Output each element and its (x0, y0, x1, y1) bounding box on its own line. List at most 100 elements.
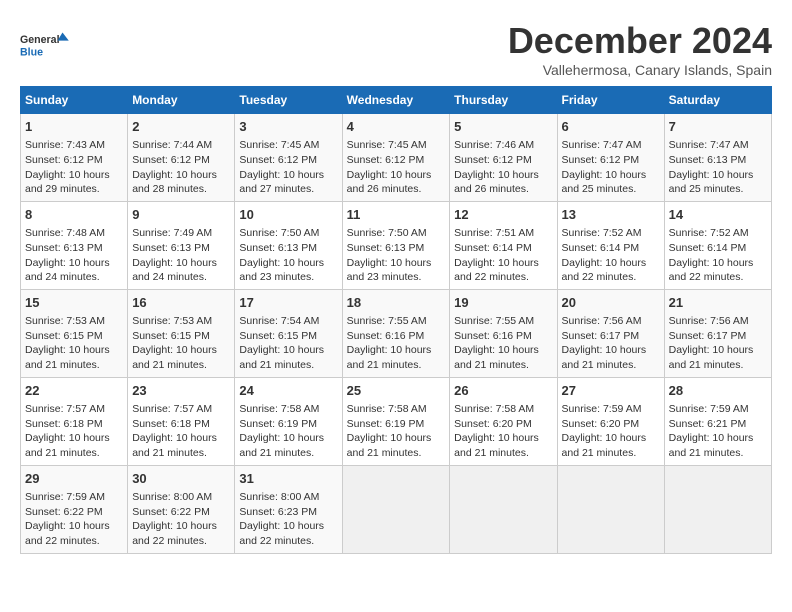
day-number: 6 (562, 118, 660, 136)
col-header-sunday: Sunday (21, 87, 128, 114)
day-info: and 21 minutes. (347, 446, 446, 461)
day-info: Daylight: 10 hours (239, 519, 337, 534)
calendar-cell: 12Sunrise: 7:51 AMSunset: 6:14 PMDayligh… (450, 201, 557, 289)
day-info: Sunset: 6:12 PM (347, 153, 446, 168)
day-info: Sunset: 6:17 PM (669, 329, 767, 344)
day-info: Sunrise: 7:49 AM (132, 226, 230, 241)
day-number: 19 (454, 294, 552, 312)
day-info: and 22 minutes. (562, 270, 660, 285)
calendar-cell (664, 465, 771, 553)
day-info: Daylight: 10 hours (239, 431, 337, 446)
day-info: Sunrise: 7:51 AM (454, 226, 552, 241)
calendar-cell: 23Sunrise: 7:57 AMSunset: 6:18 PMDayligh… (128, 377, 235, 465)
day-number: 13 (562, 206, 660, 224)
location-title: Vallehermosa, Canary Islands, Spain (508, 62, 772, 78)
day-number: 11 (347, 206, 446, 224)
day-info: and 26 minutes. (454, 182, 552, 197)
day-info: Sunrise: 7:53 AM (25, 314, 123, 329)
day-info: Sunrise: 7:55 AM (454, 314, 552, 329)
calendar-cell (557, 465, 664, 553)
day-number: 25 (347, 382, 446, 400)
day-info: and 27 minutes. (239, 182, 337, 197)
day-number: 8 (25, 206, 123, 224)
col-header-thursday: Thursday (450, 87, 557, 114)
day-info: and 21 minutes. (454, 358, 552, 373)
day-info: Sunset: 6:18 PM (25, 417, 123, 432)
day-info: Daylight: 10 hours (562, 168, 660, 183)
day-info: Sunrise: 7:52 AM (562, 226, 660, 241)
day-info: Sunrise: 7:47 AM (562, 138, 660, 153)
day-number: 1 (25, 118, 123, 136)
day-number: 23 (132, 382, 230, 400)
day-info: Sunrise: 7:57 AM (25, 402, 123, 417)
day-info: Sunrise: 7:58 AM (454, 402, 552, 417)
day-info: Sunrise: 7:43 AM (25, 138, 123, 153)
day-info: Sunset: 6:22 PM (25, 505, 123, 520)
day-number: 27 (562, 382, 660, 400)
day-info: Sunrise: 8:00 AM (132, 490, 230, 505)
calendar-cell: 22 Sunrise: 7:57 AMSunset: 6:18 PMDayligh… (21, 377, 128, 465)
day-info: Sunrise: 7:54 AM (239, 314, 337, 329)
day-info: Daylight: 10 hours (347, 168, 446, 183)
day-info: Daylight: 10 hours (669, 431, 767, 446)
day-number: 17 (239, 294, 337, 312)
day-number: 16 (132, 294, 230, 312)
day-info: Daylight: 10 hours (132, 519, 230, 534)
day-info: Sunset: 6:22 PM (132, 505, 230, 520)
day-info: Sunrise: 7:50 AM (347, 226, 446, 241)
day-info: Sunrise: 7:46 AM (454, 138, 552, 153)
day-info: and 21 minutes. (25, 446, 123, 461)
day-info: Sunset: 6:15 PM (132, 329, 230, 344)
day-number: 22 (25, 382, 123, 400)
day-info: Daylight: 10 hours (132, 168, 230, 183)
calendar-cell: 24Sunrise: 7:58 AMSunset: 6:19 PMDayligh… (235, 377, 342, 465)
calendar-cell: 8Sunrise: 7:48 AMSunset: 6:13 PMDaylight… (21, 201, 128, 289)
day-info: and 21 minutes. (239, 446, 337, 461)
day-info: Sunrise: 7:53 AM (132, 314, 230, 329)
calendar-cell: 15Sunrise: 7:53 AMSunset: 6:15 PMDayligh… (21, 289, 128, 377)
day-info: Sunset: 6:19 PM (239, 417, 337, 432)
day-number: 12 (454, 206, 552, 224)
day-info: Sunset: 6:20 PM (562, 417, 660, 432)
calendar-cell: 26Sunrise: 7:58 AMSunset: 6:20 PMDayligh… (450, 377, 557, 465)
day-number: 4 (347, 118, 446, 136)
day-info: Daylight: 10 hours (239, 343, 337, 358)
col-header-monday: Monday (128, 87, 235, 114)
calendar-cell: 31Sunrise: 8:00 AMSunset: 6:23 PMDayligh… (235, 465, 342, 553)
day-info: Daylight: 10 hours (562, 256, 660, 271)
calendar-cell: 3Sunrise: 7:45 AMSunset: 6:12 PMDaylight… (235, 114, 342, 202)
day-number: 2 (132, 118, 230, 136)
day-info: and 21 minutes. (132, 446, 230, 461)
calendar-cell: 17Sunrise: 7:54 AMSunset: 6:15 PMDayligh… (235, 289, 342, 377)
day-info: Sunrise: 7:45 AM (347, 138, 446, 153)
day-info: Sunrise: 7:56 AM (669, 314, 767, 329)
day-number: 29 (25, 470, 123, 488)
day-info: Daylight: 10 hours (347, 256, 446, 271)
calendar-cell: 19Sunrise: 7:55 AMSunset: 6:16 PMDayligh… (450, 289, 557, 377)
calendar-cell: 2Sunrise: 7:44 AMSunset: 6:12 PMDaylight… (128, 114, 235, 202)
calendar-cell: 9Sunrise: 7:49 AMSunset: 6:13 PMDaylight… (128, 201, 235, 289)
day-number: 10 (239, 206, 337, 224)
logo: General Blue (20, 20, 70, 70)
day-info: Sunset: 6:13 PM (347, 241, 446, 256)
day-info: Sunrise: 7:59 AM (669, 402, 767, 417)
day-info: Daylight: 10 hours (132, 431, 230, 446)
day-info: Sunset: 6:12 PM (25, 153, 123, 168)
col-header-friday: Friday (557, 87, 664, 114)
day-number: 7 (669, 118, 767, 136)
day-info: Daylight: 10 hours (454, 343, 552, 358)
calendar-cell: 5Sunrise: 7:46 AMSunset: 6:12 PMDaylight… (450, 114, 557, 202)
calendar-cell: 18Sunrise: 7:55 AMSunset: 6:16 PMDayligh… (342, 289, 450, 377)
day-number: 24 (239, 382, 337, 400)
day-info: Daylight: 10 hours (25, 431, 123, 446)
day-info: Daylight: 10 hours (669, 256, 767, 271)
day-number: 30 (132, 470, 230, 488)
calendar-week-5: 29Sunrise: 7:59 AMSunset: 6:22 PMDayligh… (21, 465, 772, 553)
day-info: and 24 minutes. (25, 270, 123, 285)
day-info: Sunset: 6:16 PM (347, 329, 446, 344)
calendar-cell: 14Sunrise: 7:52 AMSunset: 6:14 PMDayligh… (664, 201, 771, 289)
day-info: and 21 minutes. (562, 358, 660, 373)
day-number: 9 (132, 206, 230, 224)
day-info: and 21 minutes. (562, 446, 660, 461)
calendar-week-3: 15Sunrise: 7:53 AMSunset: 6:15 PMDayligh… (21, 289, 772, 377)
